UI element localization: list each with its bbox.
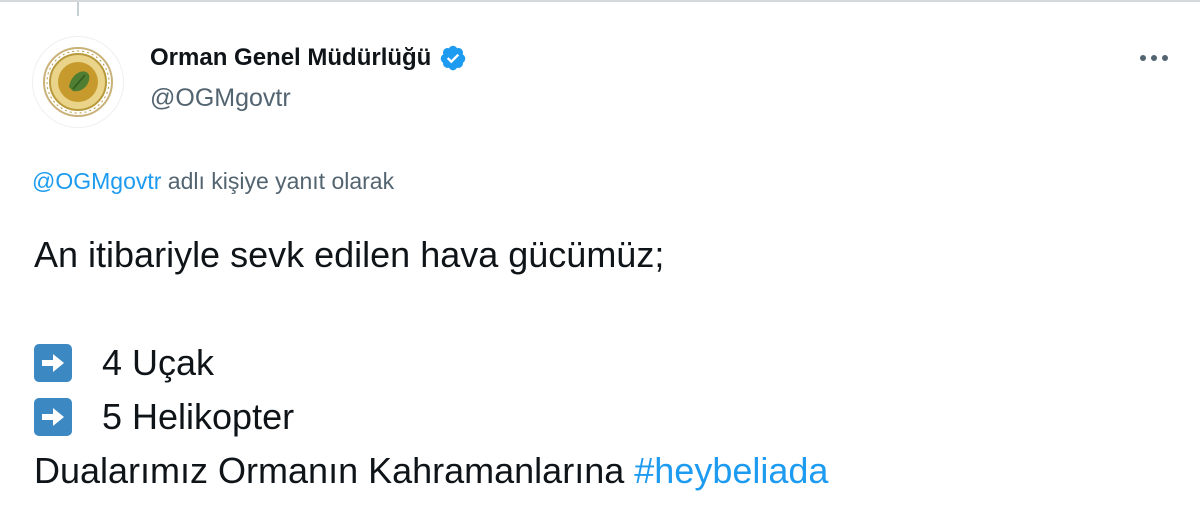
reply-mention-link[interactable]: @OGMgovtr [32,168,161,194]
tweet-closing-line: Dualarımız Ormanın Kahramanlarına #heybe… [34,444,828,498]
tweet-text: An itibariyle sevk edilen hava gücümüz; … [34,228,828,498]
tweet-list-item: 4 Uçak [34,336,828,390]
tweet-list-item-text: 5 Helikopter [102,396,295,437]
author-info: Orman Genel Müdürlüğü @OGMgovtr [150,42,467,113]
author-name-row: Orman Genel Müdürlüğü [150,42,467,74]
tweet-line: An itibariyle sevk edilen hava gücümüz; [34,234,665,275]
right-arrow-emoji-icon [34,398,72,436]
avatar[interactable] [32,36,124,128]
author-display-name[interactable]: Orman Genel Müdürlüğü [150,44,431,72]
hashtag-link[interactable]: #heybeliada [634,444,828,498]
more-horizontal-icon [1140,55,1168,61]
right-arrow-emoji-icon [34,344,72,382]
tweet-list-item-text: 4 Uçak [102,342,215,383]
more-options-button[interactable] [1132,44,1176,72]
reply-context: @OGMgovtr adlı kişiye yanıt olarak [32,168,394,195]
ogm-logo-icon [43,47,113,117]
thread-connector-line [77,2,79,16]
verified-badge-icon [441,45,466,71]
tweet-closing-text: Dualarımız Ormanın Kahramanlarına [34,450,635,491]
tweet-list-item: 5 Helikopter [34,390,828,444]
author-handle[interactable]: @OGMgovtr [150,84,467,113]
tweet-card: Orman Genel Müdürlüğü @OGMgovtr @OGMgovt… [0,0,1200,520]
reply-context-text: adlı kişiye yanıt olarak [161,168,395,194]
